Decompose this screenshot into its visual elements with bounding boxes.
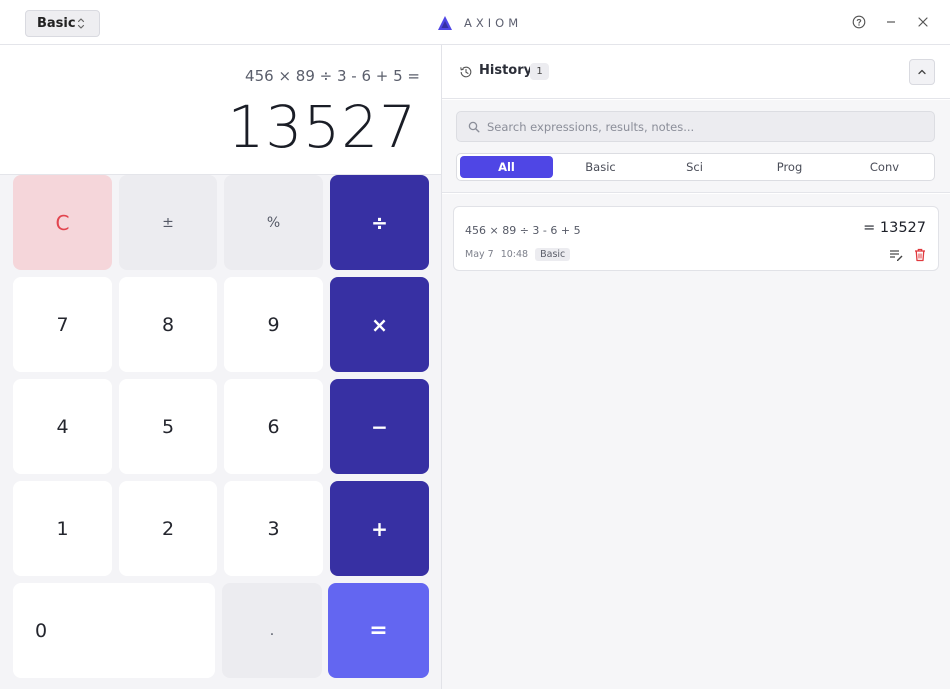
multiply-button[interactable]: ×: [330, 277, 429, 372]
title-bar: Basic AXIOM: [0, 0, 950, 45]
digit-6-button[interactable]: 6: [224, 379, 323, 474]
history-item-expression: 456 × 89 ÷ 3 - 6 + 5: [465, 224, 581, 237]
history-item-date: May 7: [465, 249, 494, 260]
digit-7-button[interactable]: 7: [13, 277, 112, 372]
tab-prog[interactable]: Prog: [743, 156, 836, 178]
tab-all[interactable]: All: [460, 156, 553, 178]
history-count-badge: 1: [530, 63, 549, 80]
minimize-button[interactable]: [883, 14, 899, 30]
digit-4-button[interactable]: 4: [13, 379, 112, 474]
digit-8-button[interactable]: 8: [119, 277, 217, 372]
keypad: C ± % ÷ 7 8 9 × 4 5 6 − 1 2 3 + 0 . =: [0, 175, 441, 689]
subtract-button[interactable]: −: [330, 379, 429, 474]
digit-3-button[interactable]: 3: [224, 481, 323, 576]
chevron-updown-icon: [77, 18, 85, 29]
history-item[interactable]: 456 × 89 ÷ 3 - 6 + 5 = 13527 May 7 10:48…: [453, 206, 939, 271]
clear-button[interactable]: C: [13, 175, 112, 270]
decimal-button[interactable]: .: [222, 583, 322, 678]
history-item-result: = 13527: [863, 220, 926, 236]
tab-conv[interactable]: Conv: [838, 156, 931, 178]
chevron-up-icon: [918, 69, 926, 75]
calculator-display: 456 × 89 ÷ 3 - 6 + 5 = 13527: [0, 45, 441, 175]
expression-text: 456 × 89 ÷ 3 - 6 + 5 =: [245, 67, 420, 85]
history-filters: All Basic Sci Prog Conv: [442, 100, 950, 193]
history-title: History: [479, 63, 533, 78]
history-icon: [460, 66, 472, 78]
help-button[interactable]: [851, 14, 867, 30]
result-text: 13527: [227, 93, 417, 161]
axiom-logo-icon: [438, 16, 452, 30]
history-item-time: 10:48: [500, 249, 529, 260]
digit-2-button[interactable]: 2: [119, 481, 217, 576]
search-icon: [468, 121, 480, 133]
brand-name: AXIOM: [464, 16, 523, 30]
digit-5-button[interactable]: 5: [119, 379, 217, 474]
history-header: History 1: [442, 45, 950, 99]
mode-select[interactable]: Basic: [25, 10, 100, 37]
brand: AXIOM: [437, 15, 522, 31]
digit-0-button[interactable]: 0: [13, 583, 215, 678]
history-item-tag: Basic: [535, 248, 571, 261]
divide-button[interactable]: ÷: [330, 175, 429, 270]
history-search: [456, 111, 935, 142]
history-list: 456 × 89 ÷ 3 - 6 + 5 = 13527 May 7 10:48…: [442, 194, 950, 689]
edit-note-icon[interactable]: [889, 248, 903, 262]
close-icon: [918, 17, 928, 27]
digit-9-button[interactable]: 9: [224, 277, 323, 372]
tab-sci[interactable]: Sci: [648, 156, 741, 178]
search-input[interactable]: [487, 112, 927, 141]
percent-button[interactable]: %: [224, 175, 323, 270]
close-button[interactable]: [915, 14, 931, 30]
history-tabs: All Basic Sci Prog Conv: [456, 153, 935, 181]
help-circle-icon: [852, 15, 866, 29]
history-item-meta: May 7 10:48 Basic: [465, 248, 571, 261]
delete-icon[interactable]: [914, 248, 926, 262]
collapse-history-button[interactable]: [909, 59, 935, 85]
tab-basic[interactable]: Basic: [554, 156, 647, 178]
minimize-icon: [887, 21, 895, 23]
equals-button[interactable]: =: [328, 583, 429, 678]
sign-toggle-button[interactable]: ±: [119, 175, 217, 270]
mode-select-label: Basic: [37, 16, 76, 31]
add-button[interactable]: +: [330, 481, 429, 576]
digit-1-button[interactable]: 1: [13, 481, 112, 576]
